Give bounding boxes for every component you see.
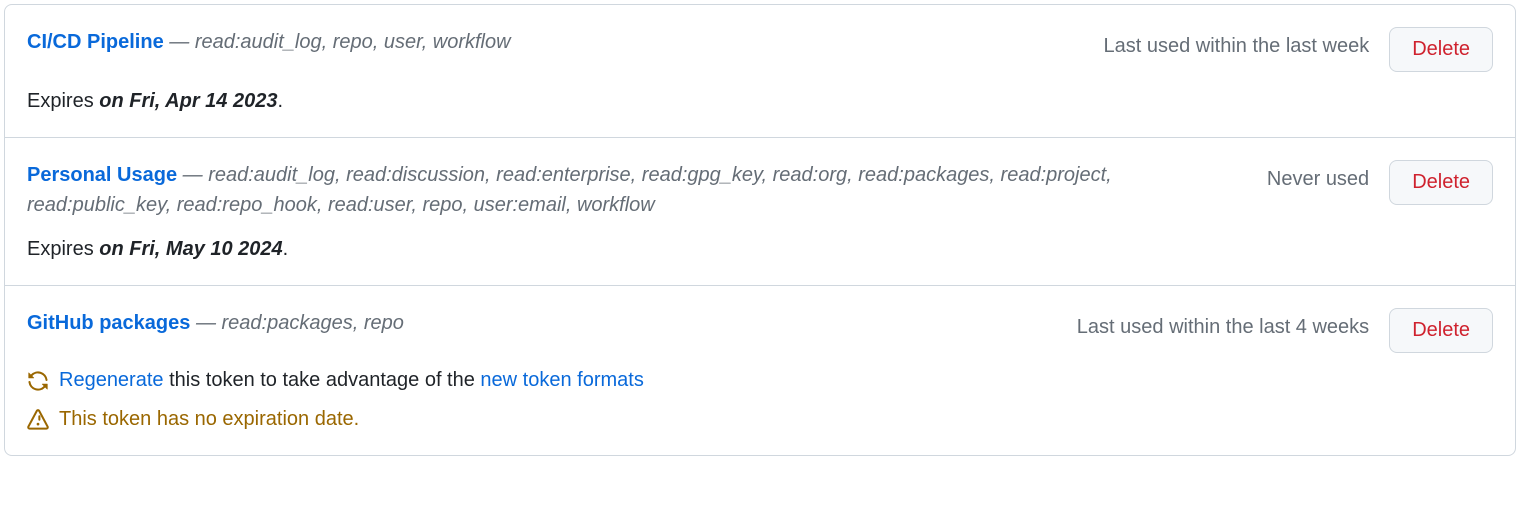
token-scopes: read:packages, repo	[222, 312, 404, 334]
expires-suffix: .	[277, 90, 283, 112]
last-used-label: Last used within the last week	[1103, 27, 1369, 58]
token-item: Personal Usage — read:audit_log, read:di…	[5, 138, 1515, 286]
last-used-label: Never used	[1267, 160, 1369, 191]
token-name-link[interactable]: GitHub packages	[27, 312, 190, 334]
token-scopes: read:audit_log, repo, user, workflow	[195, 31, 511, 53]
expires-line: Expires on Fri, Apr 14 2023.	[27, 90, 1493, 113]
new-token-formats-link[interactable]: new token formats	[480, 369, 643, 391]
token-item: GitHub packages — read:packages, repo La…	[5, 286, 1515, 455]
alert-icon	[27, 409, 49, 431]
expires-prefix: Expires	[27, 90, 99, 112]
token-name-link[interactable]: Personal Usage	[27, 164, 177, 186]
delete-button[interactable]: Delete	[1389, 308, 1493, 353]
scope-dash: —	[177, 164, 208, 186]
scope-dash: —	[164, 31, 195, 53]
expires-suffix: .	[283, 238, 289, 260]
token-main: Personal Usage — read:audit_log, read:di…	[27, 160, 1247, 220]
scope-dash: —	[190, 312, 221, 334]
delete-button[interactable]: Delete	[1389, 27, 1493, 72]
warning-text: This token has no expiration date.	[59, 408, 359, 431]
token-main: GitHub packages — read:packages, repo	[27, 308, 1057, 338]
token-main: CI/CD Pipeline — read:audit_log, repo, u…	[27, 27, 1083, 57]
token-item: CI/CD Pipeline — read:audit_log, repo, u…	[5, 5, 1515, 138]
regenerate-mid: this token to take advantage of the	[164, 369, 481, 391]
warning-line: This token has no expiration date.	[27, 408, 1493, 431]
expires-date: on Fri, Apr 14 2023	[99, 90, 277, 112]
delete-button[interactable]: Delete	[1389, 160, 1493, 205]
expires-prefix: Expires	[27, 238, 99, 260]
token-row: GitHub packages — read:packages, repo La…	[27, 308, 1493, 353]
token-name-link[interactable]: CI/CD Pipeline	[27, 31, 164, 53]
token-row: Personal Usage — read:audit_log, read:di…	[27, 160, 1493, 220]
regenerate-link[interactable]: Regenerate	[59, 369, 164, 391]
token-row: CI/CD Pipeline — read:audit_log, repo, u…	[27, 27, 1493, 72]
regenerate-text: Regenerate this token to take advantage …	[59, 369, 644, 392]
last-used-label: Last used within the last 4 weeks	[1077, 308, 1369, 339]
regenerate-line: Regenerate this token to take advantage …	[27, 369, 1493, 392]
expires-line: Expires on Fri, May 10 2024.	[27, 238, 1493, 261]
sync-icon	[27, 370, 49, 392]
token-list: CI/CD Pipeline — read:audit_log, repo, u…	[4, 4, 1516, 456]
expires-date: on Fri, May 10 2024	[99, 238, 282, 260]
